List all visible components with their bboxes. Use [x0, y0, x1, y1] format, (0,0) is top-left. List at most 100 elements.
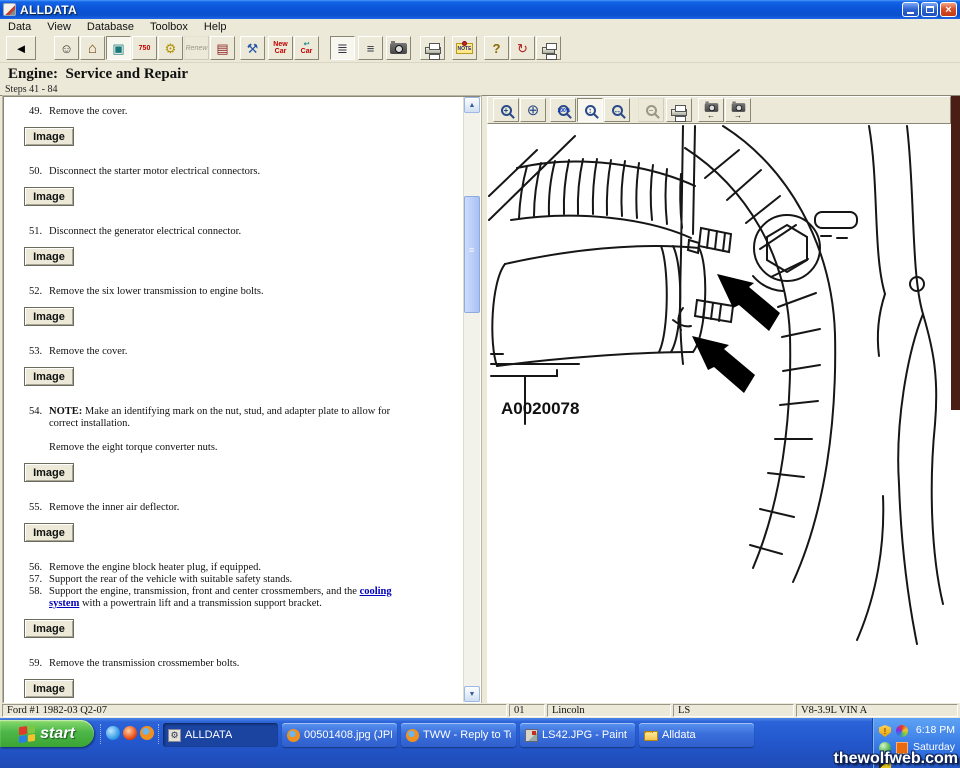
step-text: Remove the six lower transmission to eng… — [49, 286, 264, 297]
menu-database[interactable]: Database — [79, 21, 142, 33]
scrollbar-thumb[interactable] — [464, 196, 480, 313]
step-text: Disconnect the starter motor electrical … — [49, 166, 260, 177]
minimize-button[interactable] — [902, 2, 919, 17]
expert-face-icon: ☺ — [60, 42, 73, 55]
firefox-icon — [287, 729, 300, 742]
expert-button[interactable]: ☺ — [54, 36, 79, 60]
step-number: 59. — [29, 658, 42, 670]
task-paint[interactable]: LS42.JPG - Paint — [520, 723, 635, 747]
status-model: LS — [673, 704, 794, 717]
step-text: with a powertrain lift and a transmissio… — [79, 598, 322, 609]
step-text: Make an identifying mark on the nut, stu… — [49, 406, 390, 429]
steps-56-58: 56.Remove the engine block heater plug, … — [4, 562, 463, 638]
procedure-panel: 49.Remove the cover. Image 50.Disconnect… — [3, 96, 481, 703]
next-image-button[interactable]: → — [725, 98, 751, 122]
menu-help[interactable]: Help — [196, 21, 235, 33]
print-setup-button[interactable] — [536, 36, 561, 60]
tsb-button[interactable]: 750 — [132, 36, 157, 60]
back-button[interactable]: ◄ — [6, 36, 36, 60]
back-icon: ◄ — [15, 42, 28, 55]
task-forum-reply[interactable]: TWW - Reply to Topic... — [401, 723, 516, 747]
shop-icon: ⌂ — [88, 41, 97, 56]
vertical-scrollbar[interactable]: ▲ ▼ — [463, 97, 480, 702]
images-button[interactable] — [386, 36, 411, 60]
main-toolbar: ◄ ☺ ⌂ ▣ 750 ⚙ Renew ▤ ⚒ NewCar ↩Car ≣ ≡ … — [0, 34, 960, 63]
settings-help-button[interactable]: ⚙ — [158, 36, 183, 60]
step-number: 55. — [29, 502, 42, 514]
image-button[interactable]: Image — [24, 463, 74, 482]
task-alldata-folder[interactable]: Alldata — [639, 723, 754, 747]
camera-icon — [390, 43, 407, 54]
windows-flag-icon — [19, 724, 35, 742]
image-button[interactable]: Image — [24, 367, 74, 386]
fit-width-icon: ↔ — [612, 105, 623, 116]
task-alldata[interactable]: ⚙ ALLDATA — [163, 723, 278, 747]
image-button[interactable]: Image — [24, 523, 74, 542]
task-jpeg-image[interactable]: 00501408.jpg (JPEG ... — [282, 723, 397, 747]
image-button[interactable]: Image — [24, 247, 74, 266]
pinwheel-tray-icon[interactable] — [896, 725, 908, 737]
tsb-icon: 750 — [139, 45, 151, 52]
step-text: Remove the cover. — [49, 346, 127, 357]
pan-button[interactable]: ⊕ — [520, 98, 546, 122]
zoom-in-button[interactable]: + — [493, 98, 519, 122]
renew-button: Renew — [184, 36, 209, 60]
new-car-button[interactable]: NewCar — [268, 36, 293, 60]
notes-button[interactable]: NOTE — [452, 36, 477, 60]
status-make: Lincoln — [547, 704, 671, 717]
image-button[interactable]: Image — [24, 187, 74, 206]
image-button[interactable]: Image — [24, 619, 74, 638]
menu-data[interactable]: Data — [0, 21, 39, 33]
status-bar: Ford #1 1982-03 Q2-07 01 Lincoln LS V8-3… — [0, 703, 960, 718]
menu-bar: Data View Database Toolbox Help — [0, 19, 960, 34]
illustration-panel: + ⊕ 100% ↕ ↔ − ← → — [487, 96, 960, 703]
history-button[interactable]: ↻ — [510, 36, 535, 60]
restore-button[interactable] — [921, 2, 938, 17]
step-number: 51. — [29, 226, 42, 238]
diagram-label: A0020078 — [501, 399, 579, 418]
help-button[interactable]: ? — [484, 36, 509, 60]
fit-width-button[interactable]: ↔ — [604, 98, 630, 122]
previous-image-button[interactable]: ← — [698, 98, 724, 122]
step-number: 53. — [29, 346, 42, 358]
shop-button[interactable]: ⌂ — [80, 36, 105, 60]
close-button[interactable]: × — [940, 2, 957, 17]
step-52: 52.Remove the six lower transmission to … — [4, 286, 463, 326]
library-button[interactable]: ▤ — [210, 36, 235, 60]
step-53: 53. Remove the cover. Image — [4, 346, 463, 386]
firefox-icon — [406, 729, 419, 742]
article-header: Engine: Service and Repair Steps 41 - 84 — [0, 63, 960, 96]
scroll-down-button[interactable]: ▼ — [464, 686, 480, 702]
security-shield-icon[interactable]: ! — [879, 725, 891, 737]
image-toolbar: + ⊕ 100% ↕ ↔ − ← → — [487, 96, 951, 124]
book-icon: ▤ — [216, 42, 228, 55]
article-list-button[interactable]: ≣ — [330, 36, 355, 60]
image-button[interactable]: Image — [24, 679, 74, 698]
vehicle-diagnostics-button[interactable]: ▣ — [106, 36, 131, 60]
internet-quicklaunch-icon[interactable] — [106, 726, 120, 740]
step-55: 55.Remove the inner air deflector. Image — [4, 502, 463, 542]
print-button[interactable] — [420, 36, 445, 60]
renew-icon: Renew — [186, 45, 208, 52]
image-button[interactable]: Image — [24, 307, 74, 326]
firefox-quicklaunch-icon[interactable] — [140, 726, 154, 740]
scroll-up-button[interactable]: ▲ — [464, 97, 480, 113]
text-view-button[interactable]: ≡ — [358, 36, 383, 60]
clock-time[interactable]: 6:18 PM — [916, 724, 955, 736]
list-icon: ≣ — [337, 42, 348, 55]
step-number: 58. — [29, 586, 42, 598]
printer-icon — [671, 109, 687, 116]
repair-button[interactable]: ⚒ — [240, 36, 265, 60]
media-quicklaunch-icon[interactable] — [123, 726, 137, 740]
menu-view[interactable]: View — [39, 21, 79, 33]
alldata-task-icon: ⚙ — [168, 729, 181, 742]
menu-toolbox[interactable]: Toolbox — [142, 21, 196, 33]
start-button[interactable]: start — [0, 720, 94, 747]
history-icon: ↻ — [517, 42, 528, 55]
step-54: 54.NOTE: Make an identifying mark on the… — [4, 406, 463, 482]
image-button[interactable]: Image — [24, 127, 74, 146]
used-car-button[interactable]: ↩Car — [294, 36, 319, 60]
fit-page-button[interactable]: ↕ — [577, 98, 603, 122]
print-image-button[interactable] — [666, 98, 692, 122]
zoom-100-button[interactable]: 100% — [550, 98, 576, 122]
